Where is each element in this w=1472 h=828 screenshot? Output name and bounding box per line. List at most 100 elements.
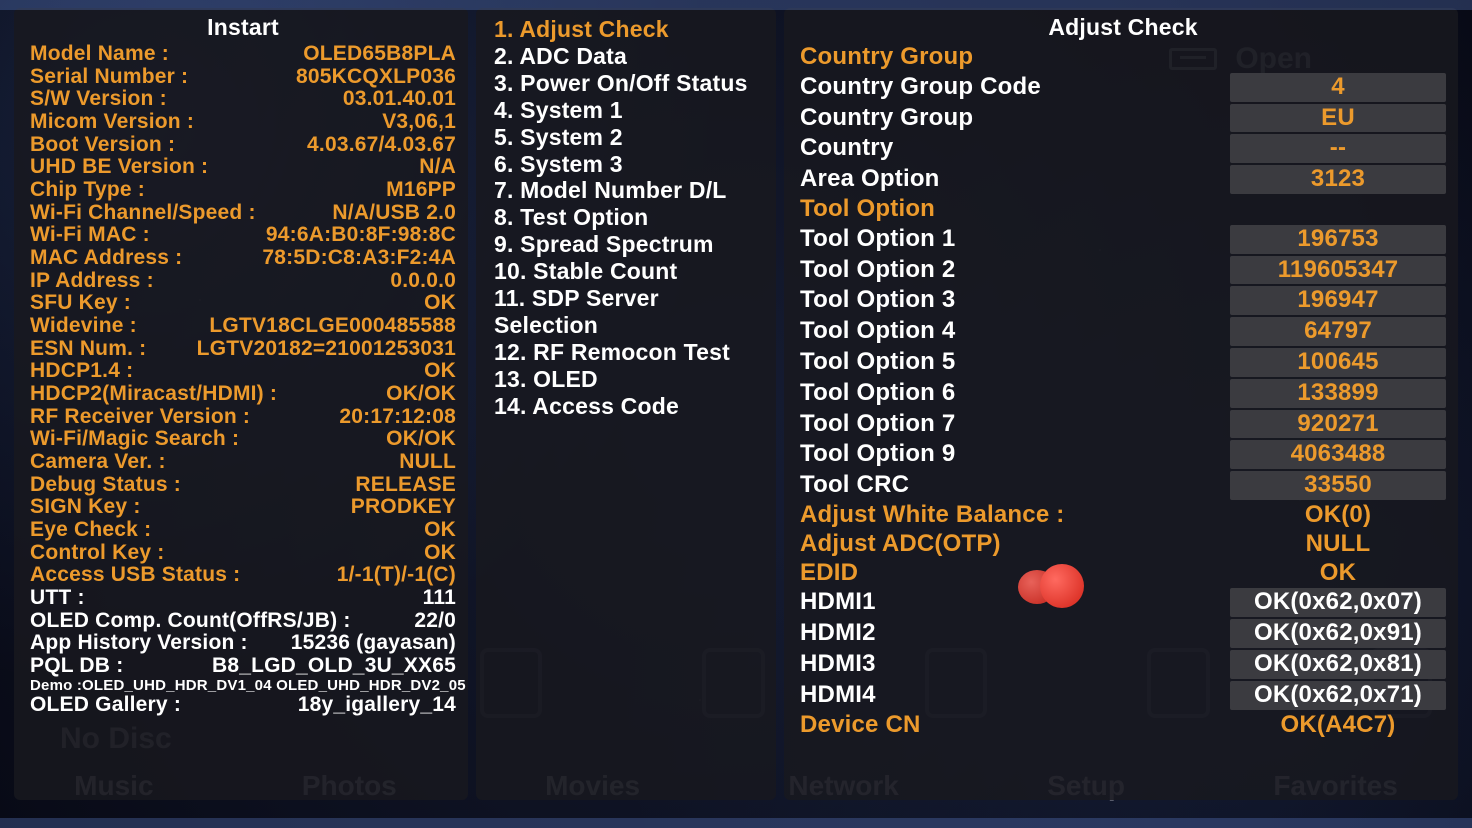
adjust-value[interactable]: 920271 bbox=[1230, 410, 1446, 439]
adjust-label: Adjust White Balance : bbox=[800, 501, 1230, 530]
adjust-row: Device CNOK(A4C7) bbox=[800, 711, 1446, 740]
info-row: Widevine : LGTV18CLGE000485588 bbox=[30, 315, 456, 338]
adjust-value[interactable]: OK(0x62,0x91) bbox=[1230, 619, 1446, 648]
info-row: PQL DB :B8_LGD_OLD_3U_XX65 bbox=[30, 655, 456, 678]
info-row: RF Receiver Version : 20:17:12:08 bbox=[30, 406, 456, 429]
info-label: OLED Comp. Count(OffRS/JB) : bbox=[30, 610, 351, 633]
adjust-check-panel: Adjust Check Country GroupCountry Group … bbox=[784, 8, 1458, 800]
info-value: N/A bbox=[419, 156, 456, 179]
adjust-row: Tool Option 6133899 bbox=[800, 378, 1446, 409]
info-label: Access USB Status : bbox=[30, 564, 240, 587]
menu-item-test-option[interactable]: 8. Test Option bbox=[492, 204, 764, 231]
adjust-label: Country Group bbox=[800, 104, 1230, 133]
info-label: SFU Key : bbox=[30, 292, 131, 315]
info-value: 1/-1(T)/-1(C) bbox=[337, 564, 456, 587]
info-row: Debug Status :RELEASE bbox=[30, 474, 456, 497]
adjust-label: Tool Option 7 bbox=[800, 410, 1230, 439]
adjust-row: HDMI3OK(0x62,0x81) bbox=[800, 649, 1446, 680]
info-row: MAC Address :78:5D:C8:A3:F2:4A bbox=[30, 247, 456, 270]
menu-item-model-number-d-l[interactable]: 7. Model Number D/L bbox=[492, 177, 764, 204]
adjust-value[interactable]: 100645 bbox=[1230, 348, 1446, 377]
menu-item-oled[interactable]: 13. OLED bbox=[492, 366, 764, 393]
menu-item-rf-remocon-test[interactable]: 12. RF Remocon Test bbox=[492, 339, 764, 366]
info-row: S/W Version :03.01.40.01 bbox=[30, 88, 456, 111]
adjust-value: OK(A4C7) bbox=[1230, 711, 1446, 740]
adjust-value[interactable]: 33550 bbox=[1230, 471, 1446, 500]
adjust-value[interactable]: 3123 bbox=[1230, 165, 1446, 194]
adjust-value[interactable]: 196947 bbox=[1230, 286, 1446, 315]
menu-item-access-code[interactable]: 14. Access Code bbox=[492, 393, 764, 420]
info-value: OK bbox=[424, 519, 456, 542]
info-value: OK/OK bbox=[386, 428, 456, 451]
adjust-row: Tool Option 1196753 bbox=[800, 224, 1446, 255]
adjust-value[interactable]: 4 bbox=[1230, 73, 1446, 102]
adjust-label: Tool Option 2 bbox=[800, 256, 1230, 285]
info-row: SIGN Key :PRODKEY bbox=[30, 496, 456, 519]
info-value: 111 bbox=[423, 587, 456, 610]
info-row: Eye Check :OK bbox=[30, 519, 456, 542]
info-label: Debug Status : bbox=[30, 474, 181, 497]
info-label: RF Receiver Version : bbox=[30, 406, 250, 429]
info-label: UTT : bbox=[30, 587, 85, 610]
adjust-label: Tool Option 1 bbox=[800, 225, 1230, 254]
adjust-value[interactable]: 4063488 bbox=[1230, 440, 1446, 469]
service-menu-panel: 1. Adjust Check2. ADC Data3. Power On/Of… bbox=[476, 8, 776, 800]
adjust-label: Area Option bbox=[800, 165, 1230, 194]
info-label: IP Address : bbox=[30, 270, 154, 293]
menu-item-spread-spectrum[interactable]: 9. Spread Spectrum bbox=[492, 231, 764, 258]
info-label: Widevine : bbox=[30, 315, 137, 338]
adjust-label: Tool Option bbox=[800, 195, 1230, 224]
adjust-row: Area Option3123 bbox=[800, 164, 1446, 195]
adjust-row: Adjust White Balance :OK(0) bbox=[800, 501, 1446, 530]
info-row: Model Name :OLED65B8PLA bbox=[30, 43, 456, 66]
adjust-row: Country GroupEU bbox=[800, 103, 1446, 134]
info-value: N/A/USB 2.0 bbox=[332, 202, 456, 225]
adjust-value[interactable]: OK(0x62,0x07) bbox=[1230, 588, 1446, 617]
info-value: NULL bbox=[399, 451, 456, 474]
menu-item-adjust-check[interactable]: 1. Adjust Check bbox=[492, 16, 764, 43]
info-value: OLED_UHD_HDR_DV1_04 OLED_UHD_HDR_DV2_05 bbox=[82, 678, 466, 694]
instart-title: Instart bbox=[30, 14, 456, 41]
adjust-label: HDMI4 bbox=[800, 681, 1230, 710]
adjust-row: Country-- bbox=[800, 133, 1446, 164]
info-label: HDCP1.4 : bbox=[30, 360, 133, 383]
info-value: 20:17:12:08 bbox=[339, 406, 456, 429]
info-value: 15236 (gayasan) bbox=[291, 632, 456, 655]
adjust-row: Country Group bbox=[800, 43, 1446, 72]
adjust-value[interactable]: 119605347 bbox=[1230, 256, 1446, 285]
adjust-value[interactable]: OK(0x62,0x71) bbox=[1230, 681, 1446, 710]
info-value: 78:5D:C8:A3:F2:4A bbox=[262, 247, 456, 270]
adjust-row: Tool Option 7920271 bbox=[800, 409, 1446, 440]
info-row: Control Key :OK bbox=[30, 542, 456, 565]
menu-item-system-2[interactable]: 5. System 2 bbox=[492, 124, 764, 151]
info-value: 22/0 bbox=[414, 610, 456, 633]
adjust-label: EDID bbox=[800, 559, 1230, 588]
menu-item-system-1[interactable]: 4. System 1 bbox=[492, 97, 764, 124]
info-value: LGTV18CLGE000485588 bbox=[209, 315, 456, 338]
menu-item-stable-count[interactable]: 10. Stable Count bbox=[492, 258, 764, 285]
adjust-value[interactable]: OK(0x62,0x81) bbox=[1230, 650, 1446, 679]
adjust-value[interactable]: EU bbox=[1230, 104, 1446, 133]
info-row: IP Address :0.0.0.0 bbox=[30, 270, 456, 293]
adjust-label: HDMI2 bbox=[800, 619, 1230, 648]
info-row: OLED Gallery :18y_igallery_14 bbox=[30, 694, 456, 717]
adjust-label: Tool Option 9 bbox=[800, 440, 1230, 469]
info-label: PQL DB : bbox=[30, 655, 123, 678]
adjust-value: OK bbox=[1230, 559, 1446, 588]
info-label: Chip Type : bbox=[30, 179, 145, 202]
adjust-value[interactable]: 133899 bbox=[1230, 379, 1446, 408]
info-label: SIGN Key : bbox=[30, 496, 141, 519]
info-label: Wi-Fi MAC : bbox=[30, 224, 150, 247]
adjust-value[interactable]: 196753 bbox=[1230, 225, 1446, 254]
adjust-value[interactable]: -- bbox=[1230, 134, 1446, 163]
info-row: SFU Key :OK bbox=[30, 292, 456, 315]
adjust-label: Country bbox=[800, 134, 1230, 163]
menu-item-system-3[interactable]: 6. System 3 bbox=[492, 151, 764, 178]
menu-item-adc-data[interactable]: 2. ADC Data bbox=[492, 43, 764, 70]
info-value: 18y_igallery_14 bbox=[298, 694, 456, 717]
adjust-row: Country Group Code4 bbox=[800, 72, 1446, 103]
info-value: OK/OK bbox=[386, 383, 456, 406]
adjust-value[interactable]: 64797 bbox=[1230, 317, 1446, 346]
menu-item-power-on-off-status[interactable]: 3. Power On/Off Status bbox=[492, 70, 764, 97]
menu-item-sdp-server-selection[interactable]: 11. SDP Server Selection bbox=[492, 285, 764, 339]
